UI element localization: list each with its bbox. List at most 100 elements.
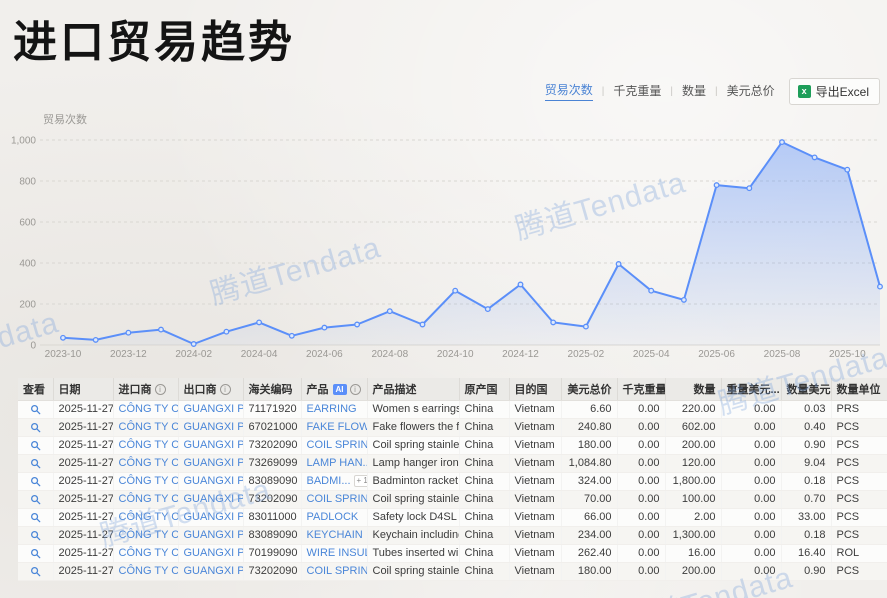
cell-product[interactable]: LAMP HAN... xyxy=(301,454,367,472)
svg-text:2025-08: 2025-08 xyxy=(764,349,801,360)
cell-importer[interactable]: CÔNG TY C... xyxy=(113,400,178,418)
search-icon[interactable] xyxy=(30,404,41,415)
cell-usd_total: 66.00 xyxy=(561,508,617,526)
cell-origin: China xyxy=(459,418,509,436)
more-products-badge[interactable]: + 1 xyxy=(354,475,367,487)
cell-quantity: 100.00 xyxy=(665,490,721,508)
cell-quantity: 1,300.00 xyxy=(665,526,721,544)
cell-destination: Vietnam xyxy=(509,418,561,436)
metric-tab-3[interactable]: 数量 xyxy=(682,82,706,101)
column-label: 重量美元... xyxy=(727,384,780,396)
metric-tab-1[interactable]: 贸易次数 xyxy=(545,81,593,101)
metric-tab-2[interactable]: 千克重量 xyxy=(613,82,661,101)
cell-exporter[interactable]: GUANGXI PI... xyxy=(178,508,243,526)
ai-badge: AI xyxy=(333,384,347,395)
cell-destination: Vietnam xyxy=(509,526,561,544)
cell-exporter[interactable]: GUANGXI PI... xyxy=(178,544,243,562)
info-icon[interactable]: i xyxy=(220,384,231,395)
cell-product[interactable]: COIL SPRING xyxy=(301,562,367,580)
cell-importer[interactable]: CÔNG TY C... xyxy=(113,544,178,562)
column-label: 产品 xyxy=(307,384,329,396)
cell-product[interactable]: COIL SPRING xyxy=(301,436,367,454)
cell-importer[interactable]: CÔNG TY C... xyxy=(113,526,178,544)
cell-weight_usd: 0.00 xyxy=(721,544,781,562)
export-excel-label: 导出Excel xyxy=(816,83,869,100)
cell-unit: PCS xyxy=(831,526,887,544)
cell-weight_usd: 0.00 xyxy=(721,472,781,490)
cell-exporter[interactable]: GUANGXI PI... xyxy=(178,472,243,490)
cell-unit: PCS xyxy=(831,418,887,436)
column-header-kg_weight: 千克重量 xyxy=(617,378,665,400)
cell-exporter[interactable]: GUANGXI PI... xyxy=(178,418,243,436)
column-label: 美元总价 xyxy=(568,384,612,396)
search-icon[interactable] xyxy=(30,530,41,541)
column-header-origin: 原产国 xyxy=(459,378,509,400)
cell-exporter[interactable]: GUANGXI PI... xyxy=(178,526,243,544)
cell-date: 2025-11-27 xyxy=(53,544,113,562)
cell-destination: Vietnam xyxy=(509,436,561,454)
search-icon[interactable] xyxy=(30,440,41,451)
cell-description: Women s earrings s... xyxy=(367,400,459,418)
cell-weight_usd: 0.00 xyxy=(721,418,781,436)
column-label: 目的国 xyxy=(515,384,548,396)
cell-exporter[interactable]: GUANGXI PI... xyxy=(178,454,243,472)
cell-usd_total: 6.60 xyxy=(561,400,617,418)
cell-importer[interactable]: CÔNG TY C... xyxy=(113,472,178,490)
table-row: 2025-11-27CÔNG TY C...GUANGXI PI...67021… xyxy=(18,418,887,436)
cell-exporter[interactable]: GUANGXI PI... xyxy=(178,562,243,580)
export-excel-button[interactable]: x 导出Excel xyxy=(789,78,880,105)
cell-date: 2025-11-27 xyxy=(53,454,113,472)
cell-kg_weight: 0.00 xyxy=(617,418,665,436)
column-header-description: 产品描述 xyxy=(367,378,459,400)
cell-product[interactable]: COIL SPRING xyxy=(301,490,367,508)
cell-hs_code: 73202090 xyxy=(243,562,301,580)
cell-qty_usd: 0.18 xyxy=(781,526,831,544)
info-icon[interactable]: i xyxy=(155,384,166,395)
cell-exporter[interactable]: GUANGXI PI... xyxy=(178,400,243,418)
column-header-unit: 数量单位 xyxy=(831,378,887,400)
search-icon[interactable] xyxy=(30,512,41,523)
cell-description: Coil spring stainless... xyxy=(367,436,459,454)
cell-product[interactable]: PADLOCK xyxy=(301,508,367,526)
svg-text:2025-04: 2025-04 xyxy=(633,349,670,360)
svg-text:2024-12: 2024-12 xyxy=(502,349,539,360)
cell-product[interactable]: WIRE INSUL... xyxy=(301,544,367,562)
cell-description: Fake flowers the for... xyxy=(367,418,459,436)
cell-importer[interactable]: CÔNG TY C... xyxy=(113,490,178,508)
metric-tab-4[interactable]: 美元总价 xyxy=(727,82,775,101)
cell-product[interactable]: FAKE FLOWER xyxy=(301,418,367,436)
search-icon[interactable] xyxy=(30,422,41,433)
cell-importer[interactable]: CÔNG TY C... xyxy=(113,454,178,472)
cell-product[interactable]: BADMI...+ 1 xyxy=(301,472,367,490)
cell-weight_usd: 0.00 xyxy=(721,562,781,580)
column-label: 千克重量 xyxy=(623,384,666,396)
shipments-table: 查看日期进口商i出口商i海关编码产品AIi产品描述原产国目的国美元总价千克重量数… xyxy=(18,378,887,581)
cell-unit: PCS xyxy=(831,454,887,472)
search-icon[interactable] xyxy=(30,476,41,487)
search-icon[interactable] xyxy=(30,458,41,469)
column-label: 海关编码 xyxy=(249,384,293,396)
cell-hs_code: 83089090 xyxy=(243,526,301,544)
info-icon[interactable]: i xyxy=(350,384,361,395)
cell-kg_weight: 0.00 xyxy=(617,454,665,472)
cell-date: 2025-11-27 xyxy=(53,526,113,544)
svg-text:2025-02: 2025-02 xyxy=(568,349,605,360)
cell-product[interactable]: EARRING xyxy=(301,400,367,418)
cell-hs_code: 83011000 xyxy=(243,508,301,526)
cell-importer[interactable]: CÔNG TY C... xyxy=(113,436,178,454)
cell-origin: China xyxy=(459,526,509,544)
cell-hs_code: 73202090 xyxy=(243,490,301,508)
cell-exporter[interactable]: GUANGXI PI... xyxy=(178,490,243,508)
search-icon[interactable] xyxy=(30,566,41,577)
table-row: 2025-11-27CÔNG TY C...GUANGXI PI...73202… xyxy=(18,490,887,508)
cell-exporter[interactable]: GUANGXI PI... xyxy=(178,436,243,454)
tab-separator: | xyxy=(670,86,673,97)
cell-product[interactable]: KEYCHAIN xyxy=(301,526,367,544)
cell-importer[interactable]: CÔNG TY C... xyxy=(113,508,178,526)
search-icon[interactable] xyxy=(30,548,41,559)
cell-importer[interactable]: CÔNG TY C... xyxy=(113,562,178,580)
cell-view xyxy=(18,454,53,472)
table-row: 2025-11-27CÔNG TY C...GUANGXI PI...71171… xyxy=(18,400,887,418)
cell-importer[interactable]: CÔNG TY C... xyxy=(113,418,178,436)
search-icon[interactable] xyxy=(30,494,41,505)
